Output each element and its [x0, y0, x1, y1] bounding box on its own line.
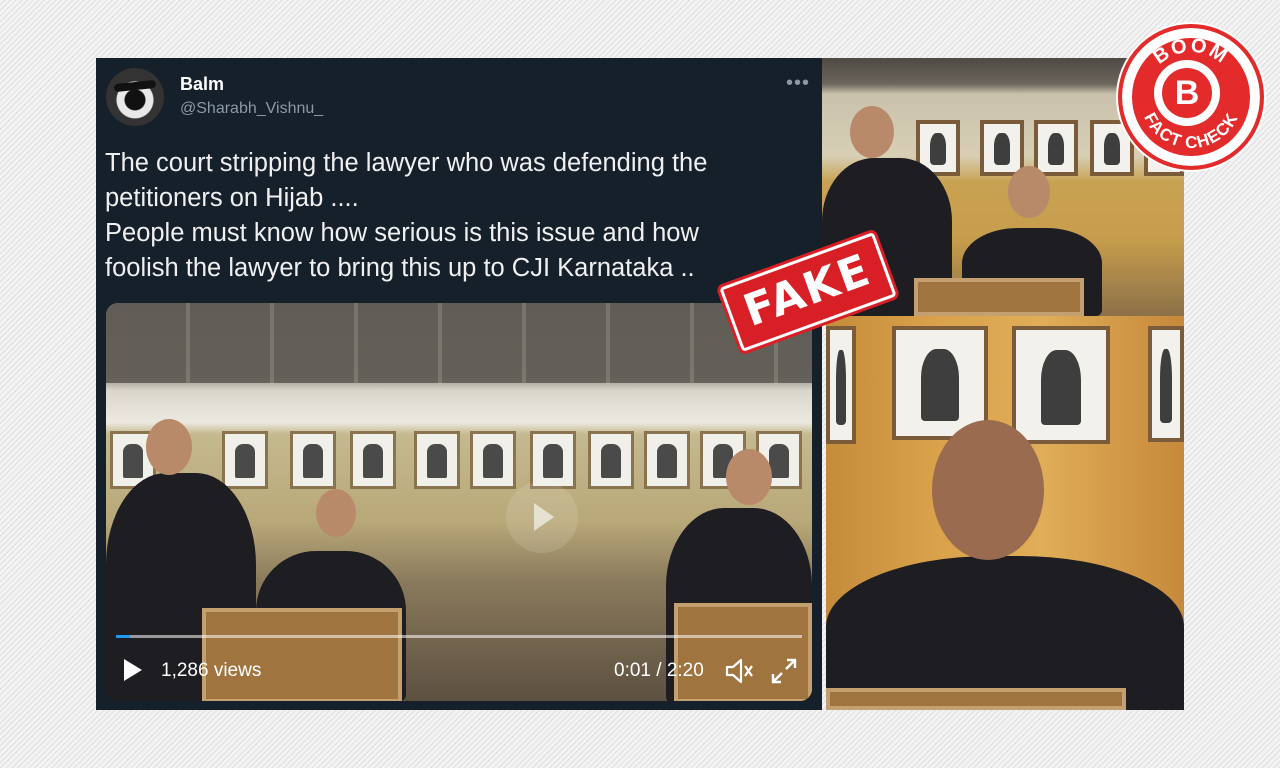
boom-logo-letter: B — [1162, 68, 1212, 118]
tweet-text-line: petitioners on Hijab .... — [105, 184, 359, 212]
video-time: 0:01 / 2:20 — [614, 660, 704, 681]
courtroom-photo-bottom — [826, 316, 1184, 710]
volume-icon[interactable] — [724, 657, 754, 685]
tweet-text: The court stripping the lawyer who was d… — [105, 146, 805, 286]
video-progress-fill — [116, 635, 130, 638]
user-handle[interactable]: @Sharabh_Vishnu_ — [180, 100, 323, 118]
video-scene-desk — [202, 608, 402, 701]
tweet-card: Balm @Sharabh_Vishnu_ ••• The court stri… — [96, 58, 822, 710]
photo-person — [826, 556, 1184, 710]
tweet-text-line: People must know how serious is this iss… — [105, 219, 699, 247]
play-icon[interactable] — [124, 659, 142, 681]
video-player[interactable]: 1,286 views 0:01 / 2:20 — [106, 303, 812, 701]
video-play-overlay-icon[interactable] — [506, 481, 578, 553]
display-name[interactable]: Balm — [180, 74, 224, 95]
tweet-text-line: foolish the lawyer to bring this up to C… — [105, 254, 695, 282]
fullscreen-icon[interactable] — [770, 657, 798, 685]
more-options-icon[interactable]: ••• — [786, 72, 810, 95]
video-scene-desk — [674, 603, 812, 701]
tweet-text-line: The court stripping the lawyer who was d… — [105, 149, 708, 177]
video-scene-ceiling — [106, 303, 812, 383]
boom-fact-check-logo: BOOM FACT CHECK B — [1118, 24, 1264, 170]
view-count: 1,286 views — [161, 660, 262, 681]
avatar[interactable] — [106, 68, 164, 126]
video-progress-bar[interactable] — [116, 635, 802, 638]
